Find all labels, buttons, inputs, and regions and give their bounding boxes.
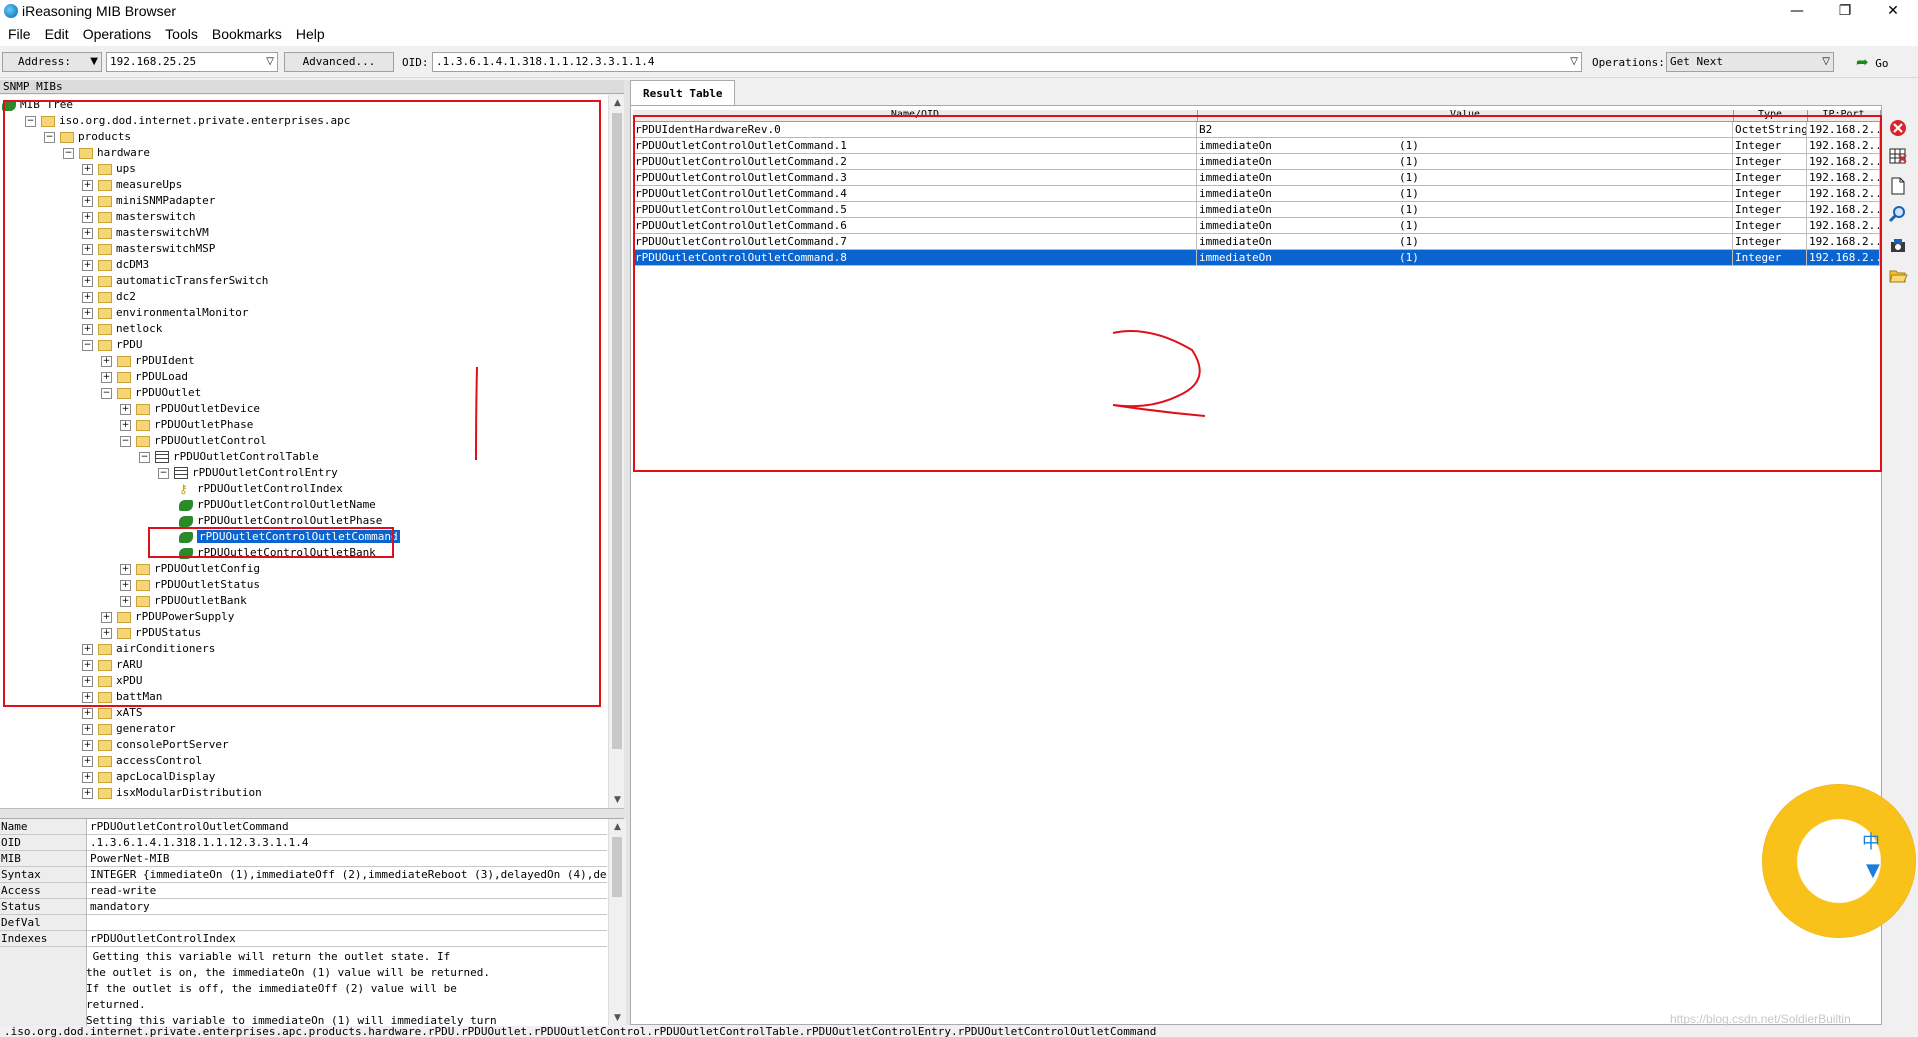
annotation-mark-2 (1112, 330, 1206, 417)
annotation-mark-1 (475, 366, 478, 461)
annotation-strokes (475, 330, 1206, 461)
